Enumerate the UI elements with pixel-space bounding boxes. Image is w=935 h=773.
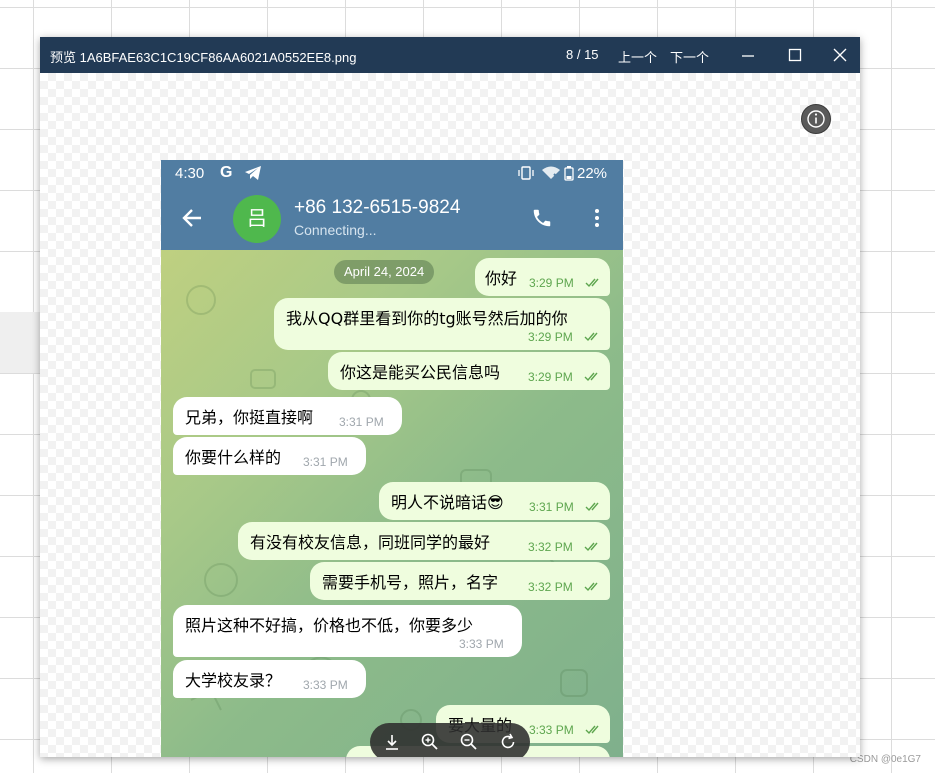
message-bubble[interactable]: 你好 3:29 PM (475, 258, 610, 296)
window-title: 预览 1A6BFAE63C1C19CF86AA6021A0552EE8.png (50, 50, 357, 65)
zoom-in-icon[interactable] (420, 732, 440, 752)
message-time: 3:29 PM (528, 330, 573, 344)
selected-cell-region (0, 312, 40, 373)
phone-call-icon[interactable] (531, 207, 553, 229)
message-text: 需要手机号，照片，名字 (322, 573, 499, 592)
message-list[interactable]: April 24, 2024 你好 3:29 PM 我从QQ群里看到你的tg账号… (161, 250, 623, 757)
message-bubble[interactable]: 大学校友录？ 3:33 PM (173, 660, 366, 698)
minimize-icon[interactable] (738, 45, 758, 65)
close-icon[interactable] (830, 45, 850, 65)
message-time: 3:31 PM (303, 455, 348, 469)
message-text: 明人不说暗话😎 (391, 493, 504, 512)
zoom-out-icon[interactable] (459, 732, 479, 752)
message-text: 你好 (485, 269, 518, 288)
message-bubble[interactable]: 你这是能买公民信息吗 3:29 PM (328, 352, 610, 390)
avatar[interactable]: 吕 (233, 195, 281, 243)
back-arrow-icon[interactable] (181, 207, 203, 229)
message-time: 3:33 PM (459, 637, 504, 651)
message-bubble[interactable]: 有没有校友信息，同班同学的最好 3:32 PM (238, 522, 610, 560)
message-text: 兄弟，你挺直接啊 (185, 408, 314, 427)
battery-percentage: 22% (577, 165, 608, 182)
connection-status: Connecting... (294, 222, 377, 238)
message-time: 3:29 PM (529, 276, 574, 290)
message-time: 3:33 PM (529, 723, 574, 737)
message-time: 3:31 PM (529, 500, 574, 514)
info-icon[interactable] (801, 104, 831, 134)
read-receipt-icon (585, 278, 599, 288)
chat-screenshot: 4:30 G 22% 吕 +86 132-6515-9824 Connectin… (161, 160, 623, 757)
message-text: 有没有校友信息，同班同学的最好 (250, 533, 491, 552)
battery-icon (564, 166, 574, 181)
watermark: CSDN @0e1G7 (849, 754, 921, 765)
message-time: 3:29 PM (528, 370, 573, 384)
message-bubble[interactable]: 照片这种不好搞，价格也不低，你要多少 3:33 PM (173, 605, 522, 657)
message-bubble[interactable]: 我从QQ群里看到你的tg账号然后加的你 3:29 PM (274, 298, 610, 350)
message-time: 3:31 PM (339, 415, 384, 429)
next-button[interactable]: 下一个 (670, 47, 709, 66)
telegram-icon (245, 166, 261, 180)
message-text: 大学校友录？ (185, 671, 282, 690)
contact-name[interactable]: +86 132-6515-9824 (294, 197, 460, 219)
message-text: 照片这种不好搞，价格也不低，你要多少 (185, 616, 474, 635)
status-bar: 4:30 G 22% (161, 160, 623, 187)
download-icon[interactable] (382, 732, 402, 752)
image-preview-window: 预览 1A6BFAE63C1C19CF86AA6021A0552EE8.png … (40, 37, 860, 757)
message-text: 你这是能买公民信息吗 (340, 363, 501, 382)
read-receipt-icon (584, 372, 598, 382)
read-receipt-icon (584, 582, 598, 592)
read-receipt-icon (584, 332, 598, 342)
image-toolbar (370, 723, 530, 757)
message-text: 我从QQ群里看到你的tg账号然后加的你 (286, 309, 568, 328)
status-time: 4:30 (175, 165, 205, 182)
image-canvas: 4:30 G 22% 吕 +86 132-6515-9824 Connectin… (40, 73, 860, 757)
previous-button[interactable]: 上一个 (618, 47, 657, 66)
message-text: 你要什么样的 (185, 448, 282, 467)
title-bar[interactable]: 预览 1A6BFAE63C1C19CF86AA6021A0552EE8.png … (40, 37, 860, 73)
message-bubble[interactable]: 你要什么样的 3:31 PM (173, 437, 366, 475)
message-time: 3:32 PM (528, 540, 573, 554)
read-receipt-icon (584, 542, 598, 552)
image-counter: 8 / 15 (566, 47, 599, 62)
message-time: 3:33 PM (303, 678, 348, 692)
read-receipt-icon (585, 502, 599, 512)
rotate-icon[interactable] (498, 732, 518, 752)
message-time: 3:32 PM (528, 580, 573, 594)
wifi-off-icon (542, 166, 560, 180)
maximize-icon[interactable] (785, 45, 805, 65)
message-bubble[interactable]: 明人不说暗话😎 3:31 PM (379, 482, 610, 520)
chat-header: 吕 +86 132-6515-9824 Connecting... (161, 187, 623, 250)
vibrate-icon (518, 166, 534, 180)
read-receipt-icon (585, 725, 599, 735)
google-icon: G (220, 164, 233, 181)
date-separator: April 24, 2024 (334, 260, 435, 284)
message-bubble[interactable]: 兄弟，你挺直接啊 3:31 PM (173, 397, 402, 435)
more-options-icon[interactable] (587, 207, 607, 229)
message-bubble[interactable]: 需要手机号，照片，名字 3:32 PM (310, 562, 610, 600)
